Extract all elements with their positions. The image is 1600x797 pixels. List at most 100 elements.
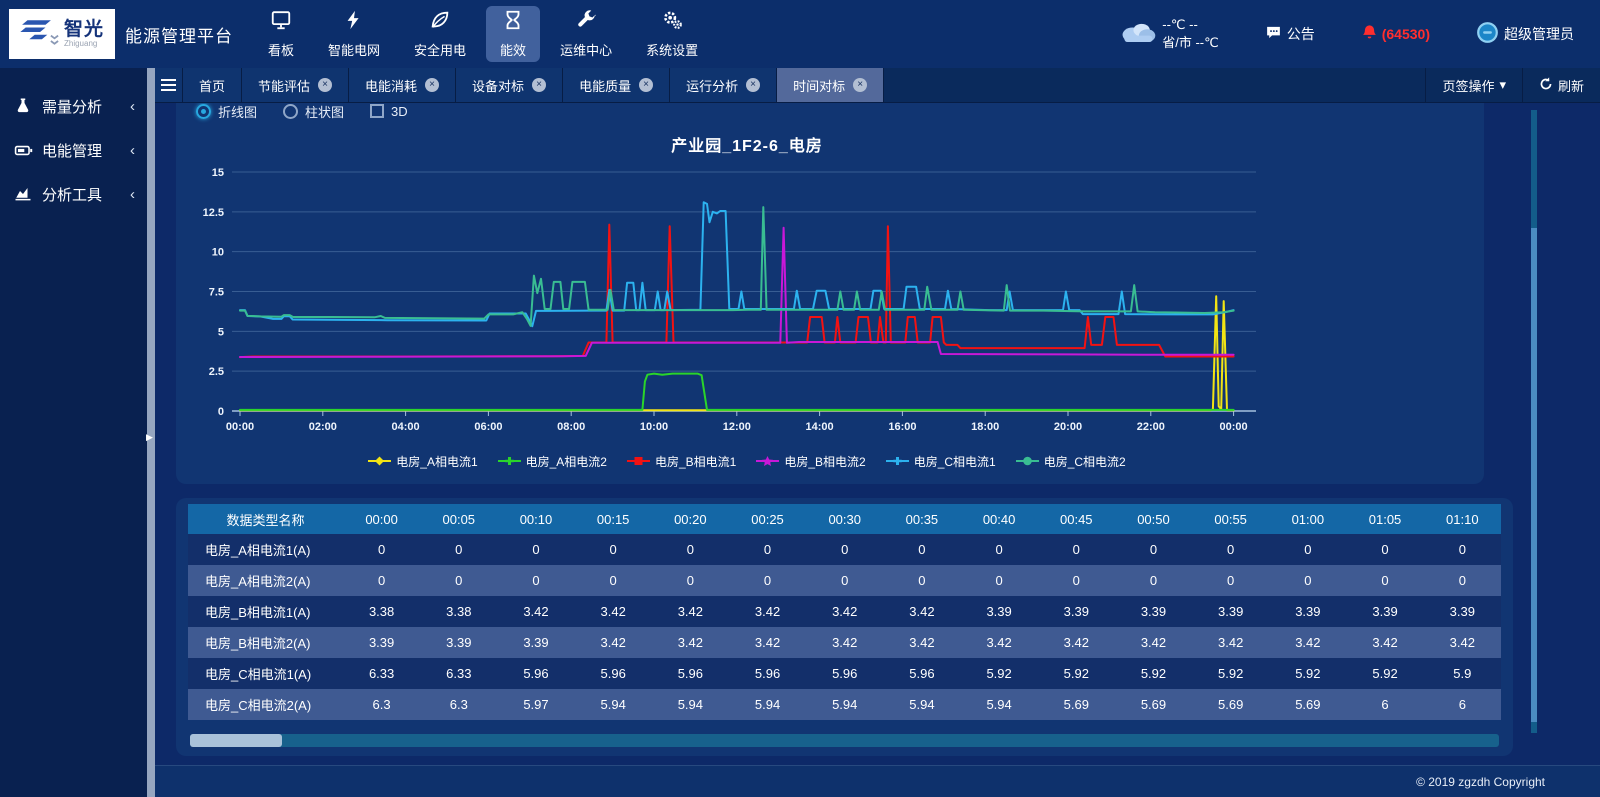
tab-close-icon[interactable]: × — [853, 78, 867, 92]
tab-close-icon[interactable]: × — [532, 78, 546, 92]
legend-item-2[interactable]: 电房_B相电流1 — [627, 453, 736, 470]
logo-mark-icon — [20, 14, 62, 55]
sidebar-item-2[interactable]: 分析工具‹ — [0, 172, 147, 216]
cell-value: 3.39 — [343, 627, 420, 658]
legend-label: 电房_A相电流2 — [526, 453, 607, 470]
cell-value: 3.39 — [961, 596, 1038, 627]
cell-value: 0 — [1424, 565, 1501, 596]
navbar-right: --℃ -- 省/市 --℃ 公告 (64530) 超级 — [1118, 16, 1600, 51]
nav-item-1[interactable]: 智能电网 — [314, 6, 394, 62]
cell-value: 0 — [1192, 565, 1269, 596]
hamburger-menu-icon[interactable] — [155, 68, 183, 102]
nav-item-label: 安全用电 — [414, 40, 466, 59]
cell-value: 5.94 — [652, 689, 729, 720]
nav-item-3[interactable]: 能效 — [486, 6, 540, 62]
alarm-button[interactable]: (64530) — [1361, 24, 1430, 44]
nav-item-5[interactable]: 系统设置 — [632, 6, 712, 62]
svg-text:14:00: 14:00 — [806, 421, 834, 433]
chevron-left-icon: ‹ — [130, 186, 135, 203]
tab-2[interactable]: 电能消耗 × — [349, 68, 456, 102]
plus-marker-icon — [498, 455, 521, 469]
cell-value: 5.96 — [652, 658, 729, 689]
cell-value: 5.92 — [1269, 658, 1346, 689]
tab-label: 首页 — [199, 76, 225, 95]
table-row-5: 电房_C相电流2(A)6.36.35.975.945.945.945.945.9… — [188, 689, 1501, 720]
cell-value: 3.42 — [1115, 627, 1192, 658]
cell-value: 0 — [1346, 565, 1423, 596]
tab-close-icon[interactable]: × — [639, 78, 653, 92]
user-menu[interactable]: 超级管理员 — [1476, 21, 1574, 47]
body-row: 需量分析‹电能管理‹分析工具‹ ▶ 首页节能评估×电能消耗×设备对标×电能质量×… — [0, 68, 1600, 797]
nav-item-label: 看板 — [268, 40, 294, 59]
user-name: 超级管理员 — [1504, 24, 1574, 44]
line-chart-radio[interactable]: 折线图 — [196, 103, 257, 121]
tab-6[interactable]: 时间对标 × — [777, 68, 884, 102]
column-header-time: 01:05 — [1346, 504, 1423, 534]
weather-widget: --℃ -- 省/市 --℃ — [1118, 16, 1218, 51]
cell-value: 0 — [1269, 534, 1346, 565]
battery-icon — [14, 141, 36, 160]
nav-item-4[interactable]: 运维中心 — [546, 6, 626, 62]
tab-label: 运行分析 — [686, 76, 738, 95]
legend-item-0[interactable]: 电房_A相电流1 — [368, 453, 477, 470]
copyright-text: © 2019 zgzdh Copyright — [1416, 775, 1545, 789]
svg-text:02:00: 02:00 — [309, 421, 337, 433]
checkbox-icon — [370, 104, 384, 118]
cell-value: 3.42 — [883, 596, 960, 627]
horizontal-scrollbar-thumb[interactable] — [190, 734, 282, 747]
cell-value: 0 — [729, 534, 806, 565]
column-header-time: 01:10 — [1424, 504, 1501, 534]
legend-item-5[interactable]: 电房_C相电流2 — [1016, 453, 1126, 470]
vertical-scrollbar-thumb[interactable] — [1531, 228, 1537, 722]
alarm-count: (64530) — [1382, 26, 1430, 42]
nav-item-0[interactable]: 看板 — [254, 6, 308, 62]
tab-close-icon[interactable]: × — [425, 78, 439, 92]
legend-item-1[interactable]: 电房_A相电流2 — [498, 453, 607, 470]
refresh-icon — [1539, 77, 1553, 94]
cell-value: 0 — [420, 565, 497, 596]
cell-value: 0 — [1269, 565, 1346, 596]
cell-value: 5.96 — [806, 658, 883, 689]
row-name: 电房_A相电流2(A) — [188, 565, 343, 596]
notice-button[interactable]: 公告 — [1265, 24, 1315, 44]
tab-label: 电能消耗 — [365, 76, 417, 95]
sidebar-item-1[interactable]: 电能管理‹ — [0, 128, 147, 172]
tab-label: 时间对标 — [793, 76, 845, 95]
column-header-time: 00:10 — [497, 504, 574, 534]
column-header-time: 00:05 — [420, 504, 497, 534]
3d-checkbox[interactable]: 3D — [370, 104, 408, 119]
cell-value: 3.42 — [1192, 627, 1269, 658]
cell-value: 3.39 — [420, 627, 497, 658]
cell-value: 0 — [1038, 534, 1115, 565]
legend-item-3[interactable]: 电房_B相电流2 — [756, 453, 865, 470]
tabbar: 首页节能评估×电能消耗×设备对标×电能质量×运行分析×时间对标× 页签操作 ▾ … — [155, 68, 1600, 103]
chevron-down-icon: ▾ — [1499, 77, 1506, 93]
cell-value: 0 — [883, 565, 960, 596]
tab-1[interactable]: 节能评估× — [242, 68, 349, 102]
chart-type-options: 折线图 柱状图 3D — [176, 103, 1484, 122]
cell-value: 5.96 — [575, 658, 652, 689]
legend-item-4[interactable]: 电房_C相电流1 — [886, 453, 996, 470]
cell-value: 0 — [497, 534, 574, 565]
cell-value: 5.94 — [806, 689, 883, 720]
refresh-button[interactable]: 刷新 — [1522, 68, 1600, 102]
horizontal-scrollbar[interactable] — [190, 734, 1499, 747]
tab-operations-dropdown[interactable]: 页签操作 ▾ — [1425, 68, 1522, 102]
tab-4[interactable]: 电能质量× — [563, 68, 670, 102]
bar-chart-radio[interactable]: 柱状图 — [283, 103, 344, 121]
vertical-scrollbar[interactable] — [1531, 110, 1537, 733]
tab-5[interactable]: 运行分析 × — [670, 68, 777, 102]
top-navbar: 智光 Zhiguang 能源管理平台 看板智能电网安全用电能效运维中心系统设置 … — [0, 0, 1600, 68]
column-header-time: 00:50 — [1115, 504, 1192, 534]
chevron-left-icon: ‹ — [130, 142, 135, 159]
cell-value: 3.39 — [497, 627, 574, 658]
cell-value: 0 — [1115, 565, 1192, 596]
tab-close-icon[interactable]: × — [318, 78, 332, 92]
sidebar-item-0[interactable]: 需量分析‹ — [0, 84, 147, 128]
svg-text:08:00: 08:00 — [557, 421, 585, 433]
tab-close-icon[interactable]: × — [746, 78, 760, 92]
legend-label: 电房_C相电流2 — [1044, 453, 1126, 470]
nav-item-2[interactable]: 安全用电 — [400, 6, 480, 62]
tab-0[interactable]: 首页 — [183, 68, 242, 102]
tab-3[interactable]: 设备对标× — [456, 68, 563, 102]
